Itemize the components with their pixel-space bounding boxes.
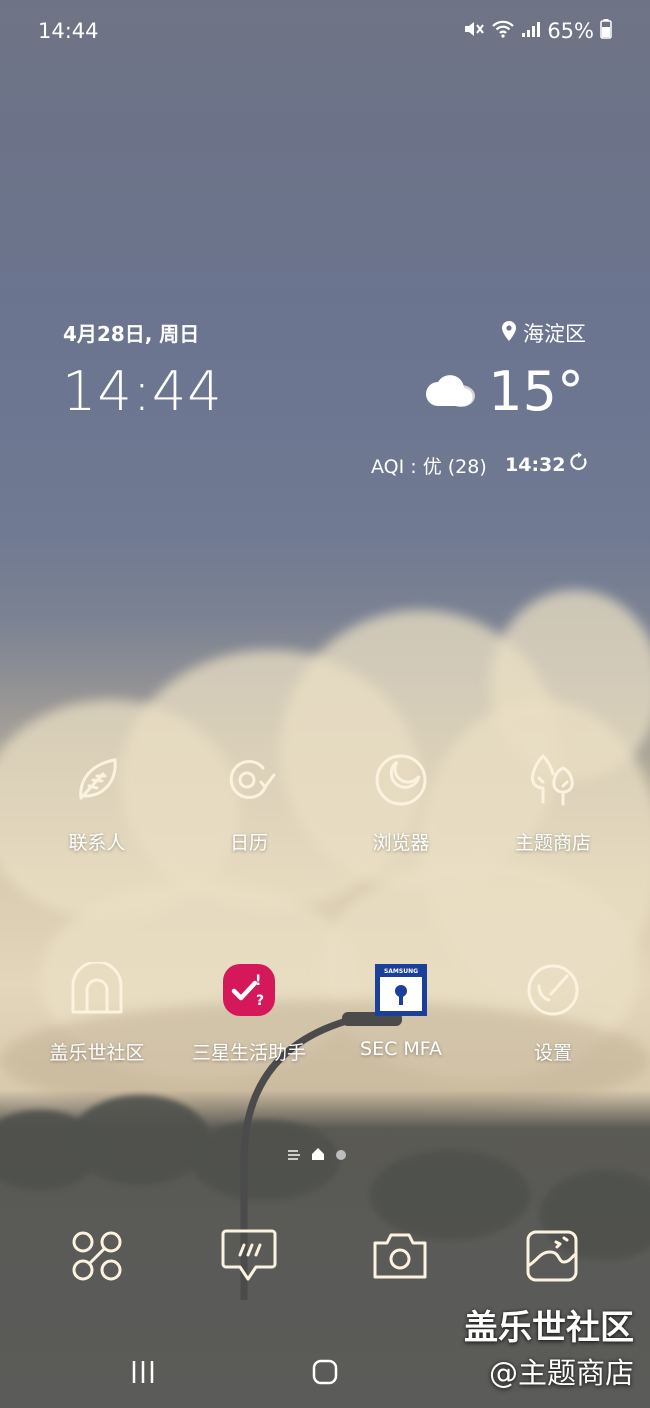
arch-icon bbox=[67, 960, 127, 1020]
battery-icon bbox=[600, 18, 612, 44]
weather-refresh[interactable]: 14:32 bbox=[505, 452, 589, 477]
samsung-lock-icon: SAMSUNG bbox=[371, 960, 431, 1020]
status-time: 14:44 bbox=[38, 19, 99, 43]
app-galaxy-community[interactable]: 盖乐世社区 bbox=[22, 960, 172, 1065]
message-icon[interactable] bbox=[219, 1226, 279, 1286]
moon-circle-icon bbox=[371, 750, 431, 810]
app-label: 设置 bbox=[533, 1042, 572, 1064]
weather-temperature[interactable]: 15° bbox=[424, 360, 584, 423]
app-contacts[interactable]: 联系人 bbox=[22, 750, 172, 855]
app-calendar[interactable]: 日历 bbox=[174, 750, 324, 855]
refresh-icon bbox=[569, 452, 589, 477]
svg-text:?: ? bbox=[256, 993, 264, 1009]
widget-clock[interactable]: 14:44 bbox=[62, 360, 223, 423]
leaf-icon bbox=[67, 750, 127, 810]
location-pin-icon bbox=[501, 320, 517, 346]
app-browser[interactable]: 浏览器 bbox=[326, 750, 476, 855]
recent-apps-button[interactable] bbox=[118, 1352, 168, 1392]
app-label: 主题商店 bbox=[514, 832, 591, 854]
battery-level: 65% bbox=[547, 19, 594, 43]
app-label: 日历 bbox=[229, 832, 268, 854]
wifi-icon bbox=[491, 19, 515, 44]
gear-circle-icon bbox=[523, 960, 583, 1020]
app-label: 浏览器 bbox=[372, 832, 430, 854]
home-page-dot-icon bbox=[311, 1146, 325, 1165]
app-label: 联系人 bbox=[68, 832, 126, 854]
location-name: 海淀区 bbox=[523, 322, 586, 346]
home-button[interactable] bbox=[300, 1352, 350, 1392]
weather-location[interactable]: 海淀区 bbox=[501, 318, 586, 348]
samsung-logo: SAMSUNG bbox=[384, 968, 418, 975]
app-settings[interactable]: 设置 bbox=[478, 960, 628, 1065]
app-label: SEC MFA bbox=[360, 1038, 442, 1060]
gallery-icon[interactable] bbox=[522, 1226, 582, 1286]
svg-text:!: ! bbox=[255, 973, 261, 989]
home-icon bbox=[312, 1359, 338, 1385]
app-life-assistant[interactable]: ! ? 三星生活助手 bbox=[174, 960, 324, 1065]
app-label: 三星生活助手 bbox=[191, 1042, 306, 1064]
trees-icon bbox=[523, 750, 583, 810]
check-question-icon: ! ? bbox=[219, 960, 279, 1020]
mute-icon bbox=[463, 19, 485, 44]
camera-icon[interactable] bbox=[370, 1226, 430, 1286]
app-label: 盖乐世社区 bbox=[49, 1042, 145, 1064]
at-check-icon bbox=[219, 750, 279, 810]
watermark-theme-store: @主题商店 bbox=[488, 1356, 634, 1390]
update-time: 14:32 bbox=[505, 453, 566, 476]
app-sec-mfa[interactable]: SAMSUNG SEC MFA bbox=[326, 960, 476, 1060]
cloudy-icon bbox=[424, 360, 478, 423]
signal-icon bbox=[521, 19, 541, 43]
air-quality[interactable]: AQI : 优 (28) bbox=[371, 452, 487, 479]
page-indicator[interactable] bbox=[287, 1146, 347, 1165]
temperature-value: 15° bbox=[488, 360, 584, 423]
page-lines-icon bbox=[287, 1146, 301, 1165]
widget-date[interactable]: 4月28日, 周日 bbox=[63, 318, 199, 347]
status-bar: 14:44 65% bbox=[38, 16, 612, 46]
watermark-community: 盖乐世社区 bbox=[464, 1308, 634, 1348]
recents-icon bbox=[132, 1361, 154, 1383]
page-dot bbox=[335, 1146, 347, 1165]
nodes-icon[interactable] bbox=[67, 1226, 127, 1286]
app-theme-store[interactable]: 主题商店 bbox=[478, 750, 628, 855]
